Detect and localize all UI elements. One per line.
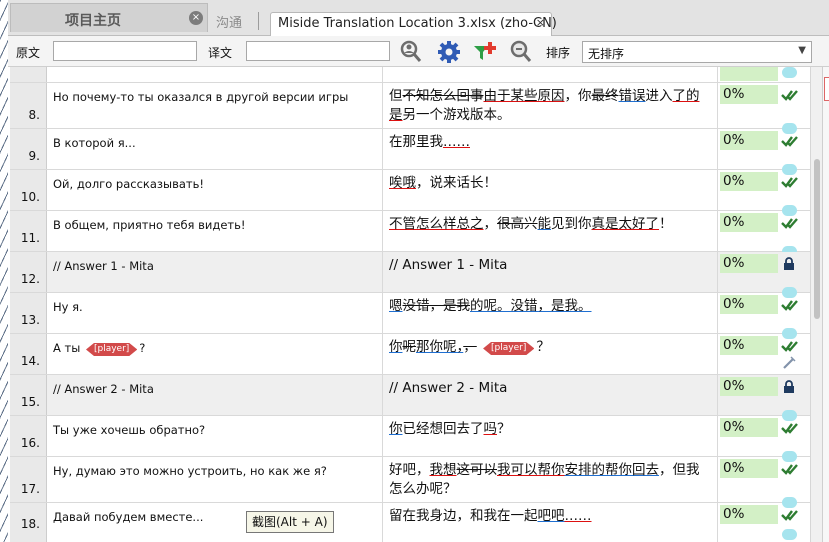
search-person-icon[interactable]: [398, 39, 424, 65]
left-panel-edge: [0, 0, 8, 542]
table-row[interactable]: 16. Ты уже хочешь обратно? 你已经想回去了吗？ 0%: [10, 416, 810, 462]
source-text: В общем, приятно тебя видеть!: [53, 218, 246, 232]
filter-toolbar: 原文 译文 排序 无排序 ▼: [0, 36, 829, 67]
table-row[interactable]: 12. // Answer 1 - Mita // Answer 1 - Mit…: [10, 252, 810, 298]
tab-file-label: Miside Translation Location 3.xlsx (zho-…: [278, 16, 557, 31]
comment-bubble-icon[interactable]: [782, 529, 797, 540]
tab-file[interactable]: Miside Translation Location 3.xlsx (zho-…: [270, 12, 557, 36]
target-text: 你呢那你呢，， [player]？: [389, 339, 550, 355]
table-row[interactable]: 17. Ну, думаю это можно устроить, но как…: [10, 457, 810, 508]
double-check-icon[interactable]: [781, 508, 799, 522]
table-row[interactable]: 10. Ой, долго рассказывать! 唉哦，说来话长！ 0%: [10, 170, 810, 216]
source-text: Но почему-то ты оказался в другой версии…: [53, 90, 349, 104]
row-number: 16.: [20, 436, 40, 450]
right-panel-edge: [822, 67, 829, 542]
source-filter-input[interactable]: [53, 41, 197, 61]
match-percent: 0%: [723, 173, 745, 189]
target-text: 不管怎么样总之，很高兴能见到你真是太好了！: [389, 216, 673, 232]
source-text: // Answer 1 - Mita: [53, 259, 154, 273]
tab-divider: [258, 12, 259, 30]
player-tag: [player]: [483, 342, 534, 355]
double-check-icon[interactable]: [781, 421, 799, 435]
tab-bar: 项目主页 × 沟通 Miside Translation Location 3.…: [0, 0, 829, 36]
match-percent: 0%: [723, 419, 745, 435]
source-text: Ты уже хочешь обратно?: [53, 423, 206, 437]
match-percent: 0%: [723, 214, 745, 230]
match-percent: 0%: [723, 337, 745, 353]
double-check-icon[interactable]: [781, 88, 799, 102]
lock-icon: [784, 380, 794, 393]
row-number: 10.: [20, 190, 40, 204]
table-row[interactable]: 14. А ты [player]? 你呢那你呢，， [player]？ 0%: [10, 334, 810, 375]
row-number: 15.: [20, 395, 40, 409]
match-percent: 0%: [723, 132, 745, 148]
match-percent: 0%: [723, 378, 745, 394]
tab-communication[interactable]: 沟通: [216, 12, 242, 31]
table-row[interactable]: 15. // Answer 2 - Mita // Answer 2 - Mit…: [10, 375, 810, 421]
table-row[interactable]: 13. Ну я. 嗯没错，是我的呢。没错，是我。 0%: [10, 293, 810, 339]
row-number: 17.: [20, 482, 40, 496]
target-text: 好吧，我想这可以我可以帮你安排的帮你回去，但我怎么办呢？: [389, 462, 700, 497]
target-filter-input[interactable]: [246, 41, 390, 61]
source-text: // Answer 2 - Mita: [53, 382, 154, 396]
table-row[interactable]: [10, 67, 810, 83]
comment-bubble-icon[interactable]: [782, 67, 797, 78]
filter-add-icon[interactable]: [472, 39, 498, 65]
match-percent: 0%: [723, 296, 745, 312]
double-check-icon[interactable]: [781, 175, 799, 189]
sort-label: 排序: [546, 46, 571, 60]
sort-select-value: 无排序: [588, 47, 625, 61]
row-number: 14.: [20, 354, 40, 368]
target-text: // Answer 1 - Mita: [389, 257, 508, 273]
screenshot-tooltip: 截图(Alt + A): [246, 511, 334, 533]
panel-marker: [824, 77, 829, 101]
double-check-icon[interactable]: [781, 339, 799, 353]
row-number: 9.: [28, 149, 40, 163]
player-tag: [player]: [86, 343, 137, 356]
target-text: 在那里我……: [389, 134, 470, 150]
row-number: 13.: [20, 313, 40, 327]
lock-icon: [784, 257, 794, 270]
table-row[interactable]: 18. Давай побудем вместе... 留在我身边，和我在一起吧…: [10, 503, 810, 542]
tab-project-home-label: 项目主页: [65, 13, 121, 29]
double-check-icon[interactable]: [781, 298, 799, 312]
source-text: Ну я.: [53, 300, 83, 314]
row-number: 12.: [20, 272, 40, 286]
target-text: 嗯没错，是我的呢。没错，是我。: [389, 298, 592, 314]
sort-select[interactable]: 无排序 ▼: [582, 41, 812, 63]
table-row[interactable]: 11. В общем, приятно тебя видеть! 不管怎么样总…: [10, 211, 810, 257]
zoom-icon[interactable]: [508, 39, 534, 65]
ai-wand-icon[interactable]: [782, 356, 796, 370]
match-percent: 0%: [723, 460, 745, 476]
row-number: 11.: [20, 231, 40, 245]
gear-icon[interactable]: [436, 39, 462, 65]
translation-grid: 8. Но почему-то ты оказался в другой вер…: [10, 67, 810, 542]
source-text: Ой, долго рассказывать!: [53, 177, 204, 191]
target-text: 唉哦，说来话长！: [389, 175, 497, 191]
row-number: 18.: [20, 517, 40, 531]
target-text: // Answer 2 - Mita: [389, 380, 508, 396]
tab-project-home[interactable]: 项目主页 ×: [10, 3, 208, 32]
chevron-down-icon: ▼: [798, 45, 806, 56]
source-text: А ты [player]?: [53, 341, 146, 356]
target-filter-label: 译文: [208, 46, 233, 60]
source-text: Ну, думаю это можно устроить, но как же …: [53, 464, 327, 478]
table-row[interactable]: 8. Но почему-то ты оказался в другой вер…: [10, 83, 810, 134]
source-filter-label: 原文: [16, 46, 41, 60]
double-check-icon[interactable]: [781, 216, 799, 230]
target-text: 留在我身边，和我在一起吧吧……: [389, 508, 592, 524]
scrollbar-thumb[interactable]: [814, 159, 820, 319]
target-text: 但不知怎么回事由于某些原因，你最终错误进入了的是另一个游戏版本。: [389, 88, 700, 123]
match-percent: 0%: [723, 255, 745, 271]
table-row[interactable]: 9. В которой я... 在那里我…… 0%: [10, 129, 810, 175]
target-text: 你已经想回去了吗？: [389, 421, 511, 437]
close-icon[interactable]: ×: [189, 11, 203, 25]
row-number: 8.: [28, 108, 40, 122]
source-text: В которой я...: [53, 136, 136, 150]
double-check-icon[interactable]: [781, 462, 799, 476]
match-percent: 0%: [723, 86, 745, 102]
close-icon[interactable]: ×: [536, 16, 545, 29]
match-percent: 0%: [723, 506, 745, 522]
double-check-icon[interactable]: [781, 134, 799, 148]
